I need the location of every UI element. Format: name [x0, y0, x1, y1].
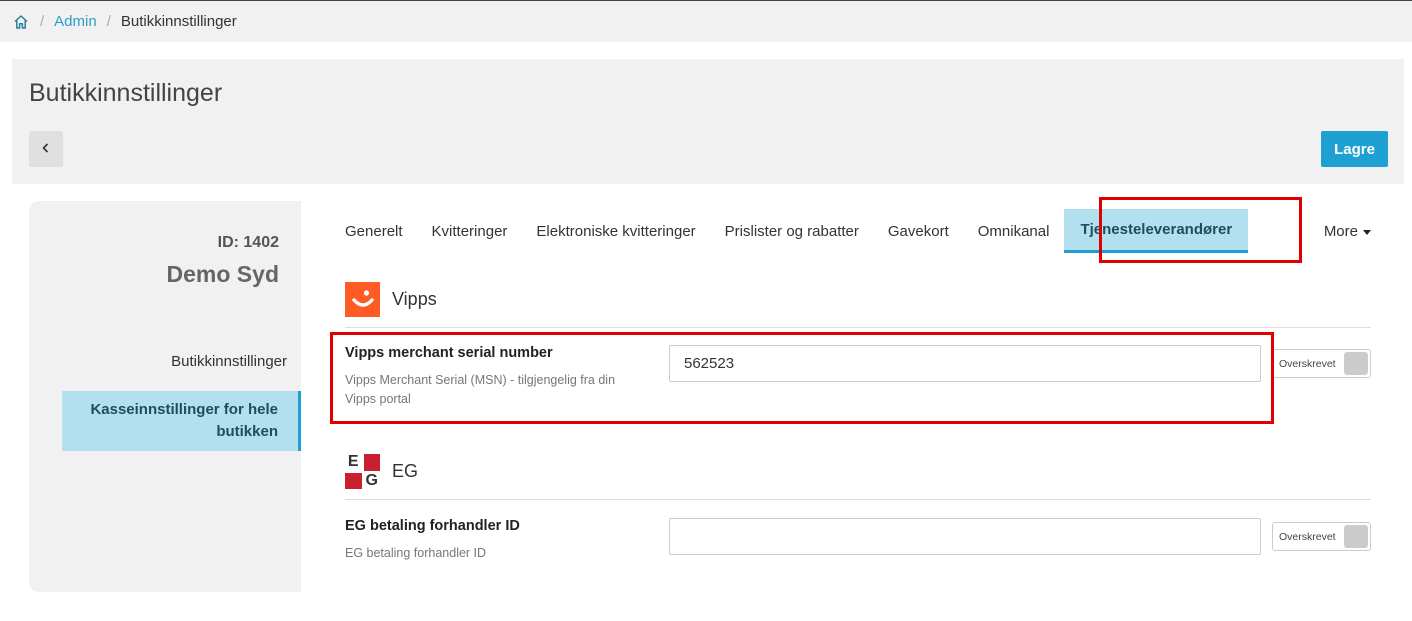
eg-logo-letter-g: G: [365, 471, 378, 489]
eg-logo-block: [363, 454, 380, 471]
vipps-msn-input[interactable]: [669, 345, 1261, 382]
eg-override-toggle[interactable]: Overskrevet: [1272, 522, 1371, 551]
breadcrumb-admin-link[interactable]: Admin: [54, 13, 97, 30]
vipps-section-header: Vipps: [345, 280, 1371, 328]
save-button[interactable]: Lagre: [1321, 131, 1388, 167]
tab-tjenesteleverandorer[interactable]: Tjenesteleverandører: [1064, 209, 1249, 253]
chevron-left-icon: [41, 142, 51, 157]
eg-section-header: E G EG: [345, 452, 1371, 500]
vipps-msn-row: Vipps merchant serial number Vipps Merch…: [345, 345, 1371, 415]
eg-section-title: EG: [392, 461, 419, 481]
eg-forhandler-row: EG betaling forhandler ID EG betaling fo…: [345, 518, 1371, 568]
vipps-msn-label: Vipps merchant serial number: [345, 345, 553, 361]
eg-forhandler-help: EG betaling forhandler ID: [345, 546, 487, 560]
eg-forhandler-input[interactable]: [669, 518, 1261, 555]
page-title: Butikkinnstillinger: [29, 79, 223, 107]
vipps-override-knob: [1344, 352, 1368, 375]
page-header: Butikkinnstillinger Lagre: [12, 59, 1404, 184]
tab-more-dropdown[interactable]: More: [1324, 223, 1372, 240]
tab-elektroniske-kvitteringer[interactable]: Elektroniske kvitteringer: [521, 223, 709, 240]
side-nav-item-butikkinnstillinger[interactable]: Butikkinnstillinger: [62, 343, 301, 381]
breadcrumb-current: Butikkinnstillinger: [120, 13, 237, 30]
back-button[interactable]: [29, 131, 63, 167]
tab-more-label: More: [1323, 222, 1358, 240]
tab-gavekort[interactable]: Gavekort: [873, 223, 963, 240]
breadcrumb-separator: /: [40, 13, 45, 30]
caret-down-icon: [1362, 223, 1372, 240]
store-id: ID: 1402: [217, 234, 279, 251]
breadcrumb: / Admin / Butikkinnstillinger: [0, 0, 1412, 42]
home-icon[interactable]: [12, 13, 30, 31]
vipps-msn-help: Vipps Merchant Serial (MSN) - tilgjengel…: [345, 373, 616, 406]
side-nav: Butikkinnstillinger Kasseinnstillinger f…: [62, 343, 301, 451]
eg-forhandler-label: EG betaling forhandler ID: [345, 518, 520, 534]
vipps-logo-icon: [345, 282, 380, 317]
tab-generelt[interactable]: Generelt: [330, 223, 417, 240]
tab-omnikanal[interactable]: Omnikanal: [963, 223, 1064, 240]
side-nav-item-kasseinnstillinger[interactable]: Kasseinnstillinger for hele butikken: [62, 391, 301, 451]
vipps-override-label: Overskrevet: [1279, 357, 1336, 370]
settings-tabs: Generelt Kvitteringer Elektroniske kvitt…: [330, 208, 1390, 254]
vipps-section-title: Vipps: [392, 289, 437, 309]
tab-prislister-og-rabatter[interactable]: Prislister og rabatter: [710, 223, 873, 240]
store-side-panel: ID: 1402 Demo Syd Butikkinnstillinger Ka…: [29, 201, 301, 592]
eg-override-knob: [1344, 525, 1368, 548]
tab-kvitteringer[interactable]: Kvitteringer: [417, 223, 522, 240]
eg-logo-icon: E G: [345, 454, 380, 489]
store-name: Demo Syd: [166, 261, 279, 287]
eg-logo-block: [345, 472, 362, 489]
vipps-override-toggle[interactable]: Overskrevet: [1272, 349, 1371, 378]
eg-override-label: Overskrevet: [1279, 530, 1336, 543]
eg-logo-letter-e: E: [347, 453, 359, 471]
breadcrumb-separator: /: [106, 13, 111, 30]
